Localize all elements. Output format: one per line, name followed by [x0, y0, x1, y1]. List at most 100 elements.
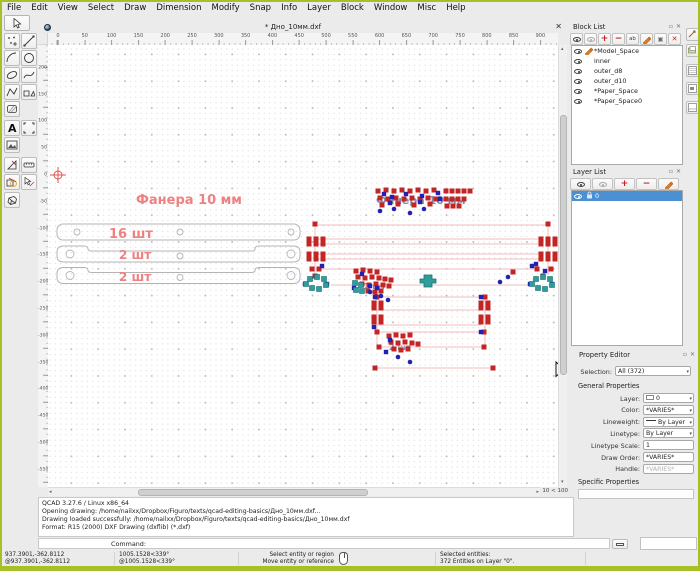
selection-handle [354, 269, 359, 274]
close-panel-icon[interactable]: ✕ [690, 351, 695, 359]
menu-snap[interactable]: Snap [245, 3, 276, 13]
hide-all-blocks-button[interactable] [584, 33, 597, 45]
relative-polar: @1005.1528<339° [119, 559, 175, 566]
polyline-tool-button[interactable] [4, 84, 20, 100]
block-row-outer_d8[interactable]: outer_d8 [572, 66, 682, 76]
text-tool-button[interactable]: A [4, 120, 20, 136]
menu-modify[interactable]: Modify [207, 3, 245, 13]
hatch-tool-button[interactable] [4, 101, 20, 117]
menu-layer[interactable]: Layer [302, 3, 336, 13]
block-row-inner[interactable]: inner [572, 56, 682, 66]
shape-tool-button[interactable] [21, 84, 37, 100]
selection-handle [403, 340, 408, 345]
point-tool-button[interactable] [4, 33, 20, 49]
property-field-linetypescale[interactable]: 1 [643, 440, 694, 450]
h-scroll-thumb[interactable] [138, 489, 368, 496]
drawing-canvas[interactable]: Фанера 10 мм16 шт2 шт2 штФанера 10 мм2 ш… [48, 45, 558, 487]
menu-view[interactable]: View [53, 3, 83, 13]
plank-hole [66, 272, 74, 280]
canvas-horizontal-scrollbar[interactable]: ◂ ▸ [48, 487, 540, 496]
add-layer-button[interactable]: + [614, 178, 635, 190]
command-line[interactable]: Command: [38, 538, 610, 549]
circle-tool-button[interactable] [21, 50, 37, 66]
property-field-handle[interactable]: *VARIES* [643, 464, 694, 474]
mouse-hint: Select entity or region Move entity or r… [242, 552, 334, 566]
selection-handle [401, 334, 406, 339]
arc-tool-button[interactable] [4, 50, 20, 66]
block-visibility-eye-icon[interactable] [574, 49, 582, 54]
menu-edit[interactable]: Edit [26, 3, 52, 13]
property-field-layer[interactable]: 0▾ [643, 393, 694, 403]
selection-handle [314, 257, 319, 262]
float-panel-icon[interactable]: ▫ [683, 351, 687, 359]
show-all-layers-button[interactable] [570, 178, 591, 190]
selected-entities-detail: 372 Entities on Layer "0". [440, 559, 514, 566]
reference-point [372, 325, 376, 329]
selection-handle [314, 252, 319, 257]
v-ruler-label: 0 [38, 173, 47, 178]
solid-tool-button[interactable] [4, 192, 20, 208]
edit-block-button[interactable] [640, 33, 653, 45]
layer-visibility-eye-icon[interactable] [574, 194, 582, 199]
layer-row-0[interactable]: 0 [572, 191, 682, 201]
selection-handle [381, 283, 386, 288]
ellipse-tool-button[interactable] [4, 67, 20, 83]
selection-handle [387, 334, 392, 339]
viewport-tool-button[interactable] [21, 120, 37, 136]
block-visibility-eye-icon[interactable] [574, 79, 582, 84]
block-row-Model_Space[interactable]: *Model_Space [572, 46, 682, 56]
block-visibility-eye-icon[interactable] [574, 69, 582, 74]
property-field-draworder[interactable]: *VARIES* [643, 452, 694, 462]
block-visibility-eye-icon[interactable] [574, 99, 582, 104]
menu-misc[interactable]: Misc [412, 3, 441, 13]
select-tool-button[interactable] [21, 174, 37, 190]
spline-tool-button[interactable] [21, 67, 37, 83]
block-row-Paper_Space0[interactable]: *Paper_Space0 [572, 96, 682, 106]
canvas-vertical-scrollbar[interactable]: ▴ ▾ [558, 45, 567, 487]
add-block-button[interactable]: + [598, 33, 611, 45]
close-panel-icon[interactable]: ✕ [676, 23, 681, 31]
remove-layer-button[interactable]: − [636, 178, 657, 190]
float-panel-icon[interactable]: ▫ [669, 23, 673, 31]
menu-select[interactable]: Select [83, 3, 119, 13]
close-block-edit-button[interactable]: ✕ [668, 33, 681, 45]
select-pointer-button[interactable] [4, 15, 30, 31]
block-row-outer_d10[interactable]: outer_d10 [572, 76, 682, 86]
console-toggle-button[interactable] [612, 539, 628, 549]
menu-block[interactable]: Block [336, 3, 369, 13]
close-panel-icon[interactable]: ✕ [676, 168, 681, 176]
remove-block-button[interactable]: − [612, 33, 625, 45]
image-tool-button[interactable] [4, 137, 20, 153]
text-tool-icon: A [6, 122, 18, 134]
insert-block-button[interactable]: ▣ [654, 33, 667, 45]
property-field-lineweight[interactable]: By Layer▾ [643, 417, 694, 427]
show-all-blocks-button[interactable] [570, 33, 583, 45]
block-visibility-eye-icon[interactable] [574, 89, 582, 94]
block-visibility-eye-icon[interactable] [574, 59, 582, 64]
block-tool-button[interactable] [4, 174, 20, 190]
menu-draw[interactable]: Draw [119, 3, 151, 13]
menu-info[interactable]: Info [276, 3, 302, 13]
line-tool-button[interactable] [21, 33, 37, 49]
block-row-Paper_Space[interactable]: *Paper_Space [572, 86, 682, 96]
edit-layer-button[interactable] [658, 178, 679, 190]
menu-window[interactable]: Window [369, 3, 413, 13]
property-field-color[interactable]: *VARIES*▾ [643, 405, 694, 415]
measure-tool-button[interactable] [21, 157, 37, 173]
property-field-linetype[interactable]: By Layer▾ [643, 428, 694, 438]
selection-combo[interactable]: All (372)▾ [615, 366, 691, 376]
drag-hint: Move entity or reference [242, 559, 334, 566]
block-list-header: Block List ▫ ✕ [570, 22, 684, 33]
float-panel-icon[interactable]: ▫ [669, 168, 673, 176]
menu-dimension[interactable]: Dimension [151, 3, 206, 13]
layer-lock-icon[interactable] [586, 191, 593, 201]
hide-all-layers-button[interactable] [592, 178, 613, 190]
reference-point [384, 350, 388, 354]
menu-help[interactable]: Help [441, 3, 470, 13]
chevron-down-icon: ▾ [686, 369, 689, 375]
close-document-icon[interactable]: ✕ [555, 22, 562, 32]
dimension-tool-button[interactable] [4, 157, 20, 173]
menu-file[interactable]: File [2, 3, 26, 13]
rename-block-button[interactable]: ab [626, 33, 639, 45]
v-scroll-thumb[interactable] [560, 115, 567, 375]
